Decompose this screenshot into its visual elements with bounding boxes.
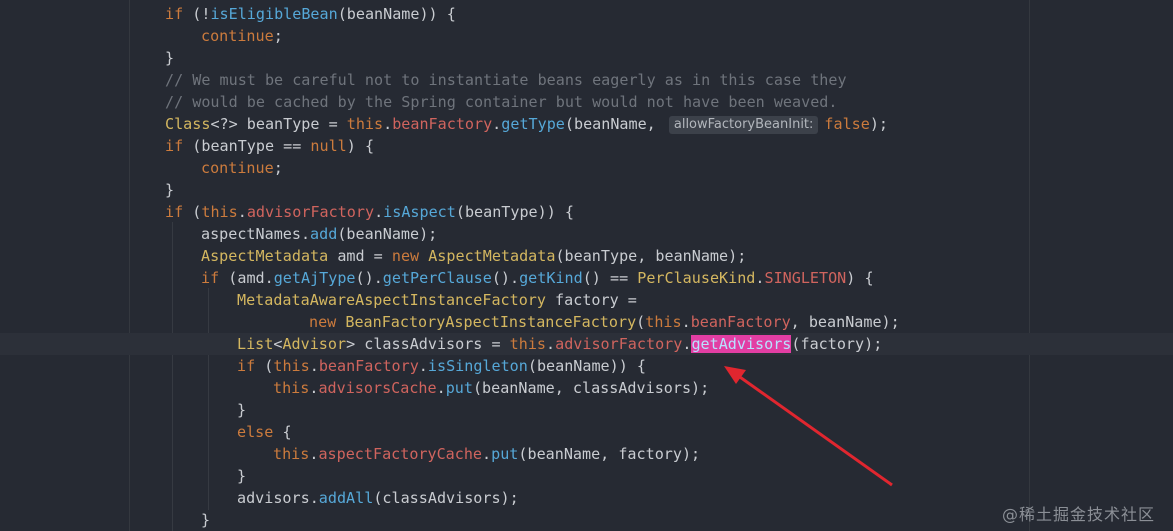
arrow-head [724,366,746,384]
annotation-arrow [724,366,893,487]
code-editor[interactable]: if (!isEligibleBean(beanName)) {continue… [0,0,1173,531]
watermark: @稀土掘金技术社区 [1001,505,1155,524]
arrow-shaft [729,368,893,487]
